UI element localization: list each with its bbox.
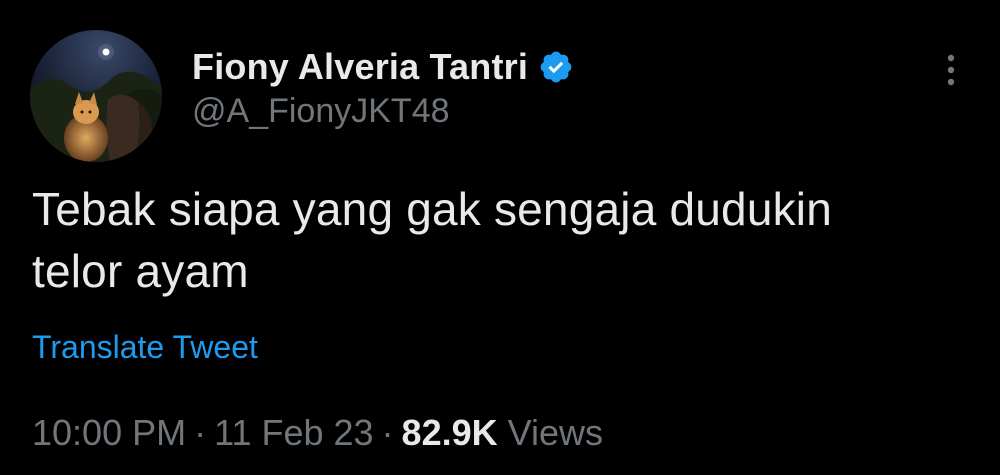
translate-tweet-link[interactable]: Translate Tweet xyxy=(32,329,258,366)
avatar[interactable] xyxy=(30,30,162,162)
tweet-date[interactable]: 11 Feb 23 xyxy=(214,412,373,453)
tweet-time[interactable]: 10:00 PM xyxy=(32,412,186,453)
meta-separator: · xyxy=(194,412,207,453)
tweet-card: Fiony Alveria Tantri @A_FionyJKT48 Tebak… xyxy=(0,0,1000,475)
name-row: Fiony Alveria Tantri xyxy=(192,44,892,90)
views-count[interactable]: 82.9K xyxy=(402,412,498,453)
verified-badge-icon xyxy=(538,49,574,85)
avatar-photo xyxy=(30,30,162,162)
more-options-icon[interactable] xyxy=(934,50,968,90)
tweet-text: Tebak siapa yang gak sengaja dudukin tel… xyxy=(32,183,833,297)
user-handle[interactable]: @A_FionyJKT48 xyxy=(192,92,892,131)
display-name[interactable]: Fiony Alveria Tantri xyxy=(192,46,528,88)
tweet-meta: 10:00 PM · 11 Feb 23 · 82.9K Views xyxy=(32,412,603,454)
user-info: Fiony Alveria Tantri @A_FionyJKT48 xyxy=(192,44,892,131)
views-label: Views xyxy=(507,412,604,453)
meta-separator: · xyxy=(381,412,394,453)
